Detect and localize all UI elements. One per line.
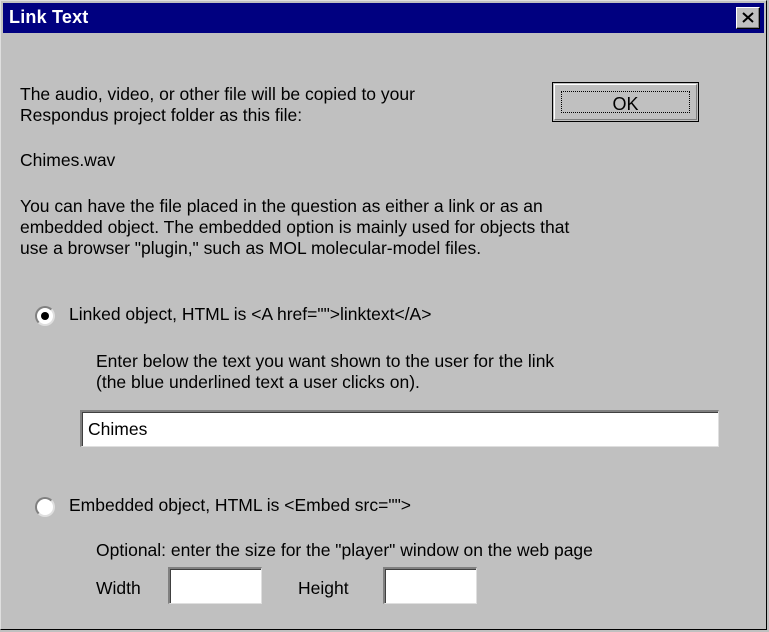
description-line-1: You can have the file placed in the ques… [20, 196, 543, 216]
height-label: Height [298, 578, 349, 598]
link-text-field[interactable] [80, 410, 719, 447]
width-label: Width [96, 578, 141, 598]
link-text-input[interactable] [82, 412, 718, 446]
ok-button-label: OK [561, 91, 690, 114]
file-name: Chimes.wav [20, 150, 116, 170]
link-hint-line-1: Enter below the text you want shown to t… [96, 351, 555, 371]
linked-object-radio[interactable] [35, 306, 55, 326]
radio-selected-dot [41, 312, 49, 320]
height-field[interactable] [383, 567, 477, 604]
width-field[interactable] [168, 567, 262, 604]
title-bar[interactable]: Link Text [3, 3, 764, 33]
height-input[interactable] [385, 569, 476, 603]
intro-line-1: The audio, video, or other file will be … [20, 84, 415, 104]
description-line-2: embedded object. The embedded option is … [20, 217, 570, 237]
player-size-hint: Optional: enter the size for the "player… [96, 540, 593, 560]
width-input[interactable] [170, 569, 261, 603]
close-icon [742, 12, 754, 23]
description-line-3: use a browser "plugin," such as MOL mole… [20, 238, 482, 258]
ok-button[interactable]: OK [552, 82, 699, 122]
dialog-title: Link Text [9, 7, 89, 27]
link-text-dialog: Link Text The audio, video, or other fil… [0, 0, 767, 630]
intro-line-2: Respondus project folder as this file: [20, 105, 303, 125]
embedded-object-label[interactable]: Embedded object, HTML is <Embed src=""> [69, 495, 411, 516]
link-hint-line-2: (the blue underlined text a user clicks … [96, 372, 420, 392]
close-button[interactable] [736, 7, 760, 29]
linked-object-label[interactable]: Linked object, HTML is <A href="">linkte… [69, 304, 431, 325]
embedded-object-radio[interactable] [35, 497, 55, 517]
